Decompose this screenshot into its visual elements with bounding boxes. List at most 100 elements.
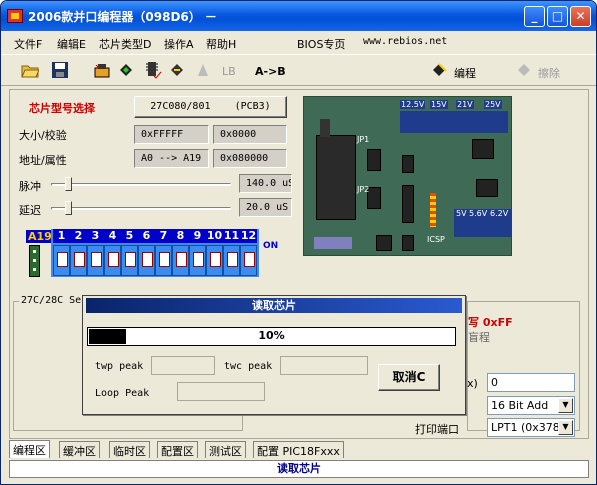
chevron-down-icon[interactable]: ▼ [558,398,573,413]
lock-icon[interactable] [194,61,212,79]
bit-address-value: 16 Bit Add [491,399,549,412]
pin-switch-11[interactable] [223,245,240,276]
loop-peak-field [177,382,265,401]
status-bar: 读取芯片 [9,460,589,478]
menu-operate[interactable]: 操作A [164,36,194,52]
bit-address-select[interactable]: 16 Bit Add ▼ [487,396,575,415]
printer-port-value: LPT1 (0x378) [491,421,565,434]
delay-slider-track[interactable] [51,207,231,210]
cancel-button[interactable]: 取消C [378,364,440,391]
tab-test[interactable]: 测试区 [205,441,246,458]
progress-bar: 10% [87,327,456,346]
program-icon [431,61,449,79]
pin-switch-1[interactable] [53,245,70,276]
a19-jumper[interactable] [29,245,40,277]
menu-bios-page[interactable]: BIOS专页 [297,36,345,52]
twp-peak-label: twp peak [95,361,144,372]
pin-number-11: 11 [223,229,240,243]
pin-switch-4[interactable] [104,245,121,276]
checksum-field: 0x0000 [213,125,287,144]
pin-switch-5[interactable] [121,245,138,276]
save-icon[interactable] [51,61,69,79]
zif-socket [316,135,356,220]
menu-url[interactable]: www.rebios.net [363,36,447,47]
board-image: 12.5V 15V 21V 25V JP1 JP2 ICSP 5V 5.6V 6… [303,96,512,256]
pin-switch-8[interactable] [172,245,189,276]
ic-chip [472,139,494,159]
verify-icon[interactable] [117,61,135,79]
regulator [476,179,498,197]
icsp-header [430,193,436,227]
blank-check-icon[interactable] [144,61,162,79]
chip-type-label: 芯片型号选择 [29,102,95,115]
pin-number-1: 1 [53,229,70,243]
size-checksum-label: 大小/校验 [19,129,67,142]
tab-config[interactable]: 配置区 [157,441,198,458]
twc-peak-field [280,356,368,375]
loop-peak-label: Loop Peak [95,388,150,399]
address-attr-label: 地址/属性 [19,154,67,167]
maximize-button[interactable]: □ [547,6,568,27]
jp2-label: JP2 [357,185,370,194]
chevron-down-icon[interactable]: ▼ [558,420,573,435]
pin-number-5: 5 [121,229,138,243]
pin-number-10: 10 [206,229,223,243]
pin-switch-9[interactable] [189,245,206,276]
pulse-label: 脉冲 [19,180,41,193]
dialog-title[interactable]: 读取芯片 [86,298,462,313]
delay-label: 延迟 [19,204,41,217]
volt-5-6v-label: 5.6V [468,209,489,218]
pin-switch-10[interactable] [206,245,223,276]
printer-port-select[interactable]: LPT1 (0x378) ▼ [487,418,575,437]
pin-switch-7[interactable] [155,245,172,276]
erase-icon [516,61,534,79]
erase-button[interactable]: 擦除 [538,65,560,81]
delay-slider-thumb[interactable] [65,201,72,215]
menu-chip-type[interactable]: 芯片类型D [99,36,151,52]
ic-chip [402,185,414,223]
pin-switch-2[interactable] [70,245,87,276]
voltage-selector-top [400,111,508,133]
jp1-label: JP1 [357,135,370,144]
volt-12-5v-label: 12.5V [400,100,426,109]
menu-file[interactable]: 文件F [14,36,42,52]
hex-label: x) [467,377,478,390]
pin-switch-3[interactable] [87,245,104,276]
lb-button[interactable]: LB [222,65,236,78]
chip-options-group-label: 27C/28C Se [19,295,84,306]
pulse-slider-track[interactable] [51,183,231,186]
close-button[interactable]: ✕ [570,6,591,27]
tab-buffer[interactable]: 缓冲区 [59,441,100,458]
pulse-slider-thumb[interactable] [65,177,72,191]
volt-6-2v-label: 6.2V [489,209,510,218]
window-title: 2006款并口编程器（098D6） － [28,10,217,24]
chip-type-button[interactable]: 27C080/801 (PCB3) [134,96,287,118]
open-folder-icon[interactable] [21,61,40,79]
pin-switch-6[interactable] [138,245,155,276]
pin-number-9: 9 [189,229,206,243]
attribute-field: 0x080000 [213,149,287,168]
tab-program[interactable]: 编程区 [9,440,50,458]
delay-value: 20.0 uS [239,198,292,217]
volt-5v-label: 5V [455,209,468,218]
size-field: 0xFFFFF [134,125,209,144]
menu-help[interactable]: 帮助H [206,36,236,52]
tab-pic18f-config[interactable]: 配置 PIC18Fxxx [253,441,344,458]
copy-a-to-b-button[interactable]: A->B [255,65,286,78]
minimize-button[interactable]: _ [524,6,545,27]
pin-number-3: 3 [87,229,104,243]
program-button[interactable]: 编程 [454,65,476,81]
ic-chip [402,155,414,173]
blank-program-label: 盲程 [468,331,490,344]
volt-25v-label: 25V [484,100,502,109]
hex-input[interactable]: 0 [487,373,575,392]
title-bar[interactable]: 2006款并口编程器（098D6） － _ □ ✕ [1,1,596,31]
pin-number-2: 2 [70,229,87,243]
printer-port-label: 打印端口 [415,423,459,436]
menu-edit[interactable]: 编辑E [57,36,86,52]
volt-15v-label: 15V [430,100,448,109]
tab-temp[interactable]: 临时区 [109,441,150,458]
auto-icon[interactable] [168,61,186,79]
read-chip-icon[interactable] [93,61,111,79]
pin-switch-12[interactable] [240,245,257,276]
